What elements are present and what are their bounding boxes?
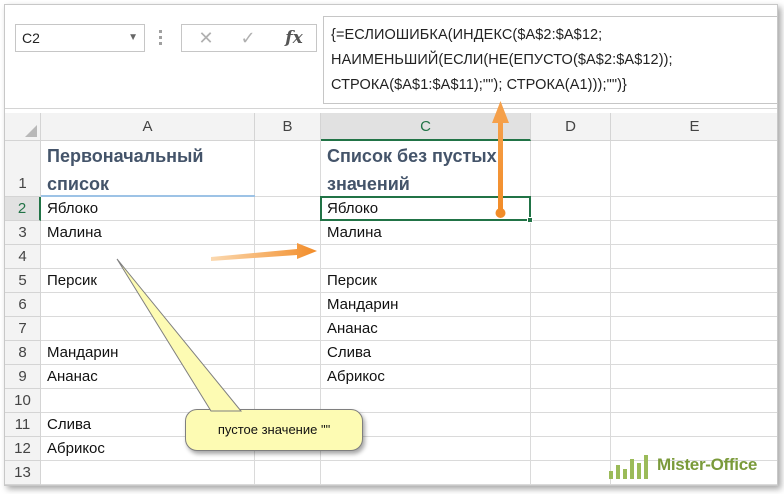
vertical-arrow-head: [492, 101, 509, 123]
callout-pointer: [116, 258, 243, 412]
vertical-arrow-dot: [495, 208, 506, 218]
annotation-overlay: [116, 101, 509, 412]
horizontal-arrow: [211, 243, 317, 261]
vertical-arrow-shaft: [498, 119, 503, 211]
excel-window: C2 ▼ ✕ ✓ fx {=ЕСЛИОШИБКА(ИНДЕКС($A$2:$A$…: [4, 4, 778, 486]
